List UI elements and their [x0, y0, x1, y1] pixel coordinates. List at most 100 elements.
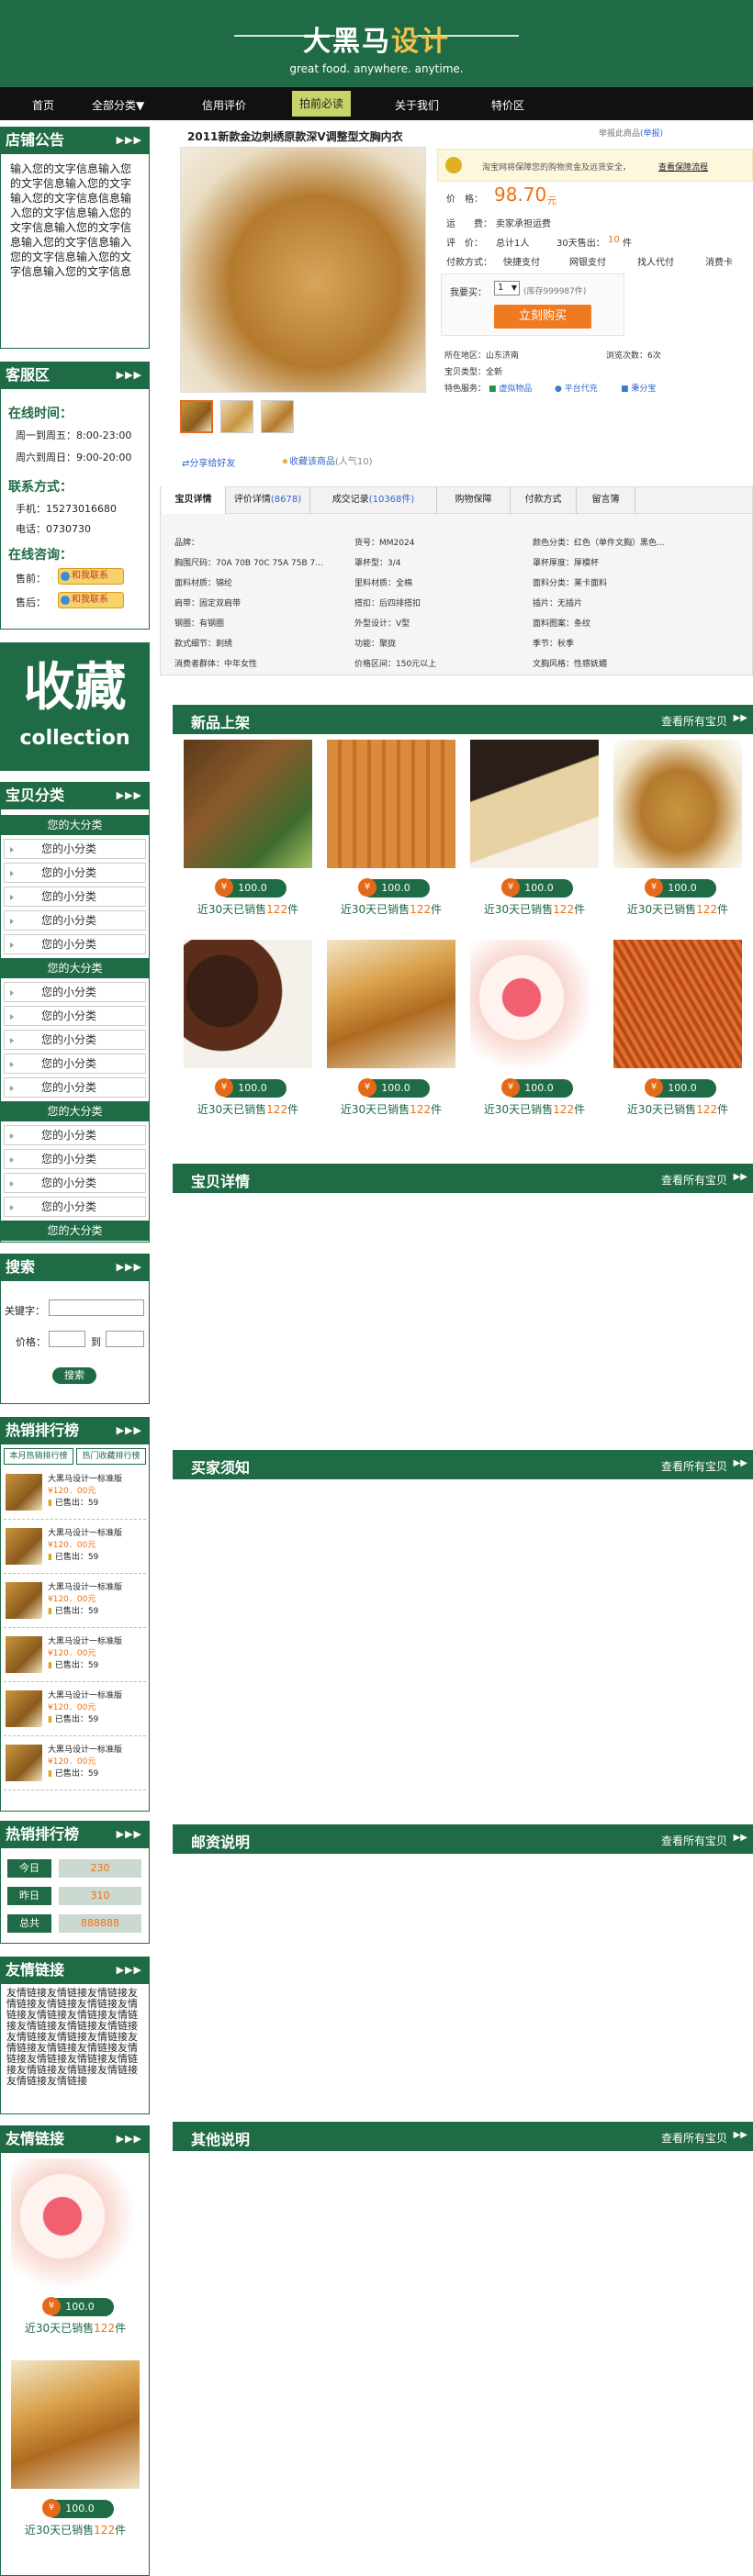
wangwang-pre-sale-button[interactable]: 和我联系	[58, 568, 124, 585]
nav-credit-rating[interactable]: 信用评价	[202, 95, 246, 116]
tab-hot-favorites[interactable]: 热门收藏排行榜	[76, 1448, 146, 1465]
rating-value[interactable]: 总计1人	[496, 235, 529, 249]
detail-tab[interactable]: 购物保障	[437, 486, 511, 514]
service-title: 客服区	[6, 366, 51, 384]
price-tag: ¥100.0	[358, 1078, 430, 1098]
view-all-link[interactable]: 查看所有宝贝	[661, 1833, 727, 1848]
view-all-link[interactable]: 查看所有宝贝	[661, 713, 727, 729]
product-attribute: 钢圈：有钢圈	[174, 619, 225, 629]
guarantee-link[interactable]: 查看保障流程	[658, 161, 708, 173]
wangwang-after-sale-button[interactable]: 和我联系	[58, 592, 124, 608]
product-card[interactable]: ¥100.0 近30天已销售122件	[613, 740, 742, 932]
search-box: 关键字： 价格： 到 搜索	[0, 1281, 150, 1404]
report-link[interactable]: 举报此商品(举报)	[599, 127, 663, 139]
sold-unit: 件	[717, 903, 729, 916]
category-small[interactable]: 您的小分类	[4, 1197, 146, 1217]
category-big[interactable]: 您的大分类	[0, 958, 150, 978]
price-max-input[interactable]	[106, 1331, 144, 1347]
feature-recharge[interactable]: ● 平台代充	[555, 382, 598, 394]
side-product-card[interactable]: ¥100.0 近30天已销售122件	[11, 2360, 140, 2553]
contact-title: 联系方式：	[8, 480, 73, 495]
view-all-link[interactable]: 查看所有宝贝	[661, 2130, 727, 2146]
item-sold: 近30天已销售122件	[470, 1101, 599, 1117]
side-product-card[interactable]: ¥100.0 近30天已销售122件	[11, 2158, 140, 2351]
category-big[interactable]: 您的大分类	[0, 1221, 150, 1241]
arrows-icon: ▶▶▶	[116, 1828, 142, 1840]
rank-item[interactable]: 大黑马设计一标准版 ¥120．00元 ▮ 已售出：59	[4, 1468, 146, 1520]
arrows-icon: ▶▶▶	[116, 1261, 142, 1273]
category-small[interactable]: 您的小分类	[4, 982, 146, 1002]
favorite-banner[interactable]: 收藏 collection	[0, 642, 150, 771]
item-price: 100.0	[524, 882, 554, 894]
rank-name: 大黑马设计一标准版	[48, 1475, 123, 1484]
view-all-link[interactable]: 查看所有宝贝	[661, 1172, 727, 1188]
category-small[interactable]: 您的小分类	[4, 1006, 146, 1026]
product-thumb-1[interactable]	[180, 400, 213, 433]
view-all-link[interactable]: 查看所有宝贝	[661, 1458, 727, 1474]
category-small[interactable]: 您的小分类	[4, 1173, 146, 1193]
feature-recharge-label: 平台代充	[564, 385, 598, 394]
detail-tab[interactable]: 留言簿	[577, 486, 635, 514]
rank-item[interactable]: 大黑马设计一标准版 ¥120．00元 ▮ 已售出：59	[4, 1577, 146, 1628]
detail-tab[interactable]: 成交记录(10368件)	[310, 486, 437, 514]
postage-title: 邮资说明	[191, 1834, 251, 1851]
rank-item[interactable]: 大黑马设计一标准版 ¥120．00元 ▮ 已售出：59	[4, 1522, 146, 1574]
qty-select[interactable]: 1 ▼	[494, 281, 520, 296]
wangwang-label: 和我联系	[72, 571, 108, 581]
category-big[interactable]: 您的大分类	[0, 815, 150, 835]
category-small[interactable]: 您的小分类	[4, 887, 146, 907]
category-small[interactable]: 您的小分类	[4, 1149, 146, 1169]
product-card[interactable]: ¥100.0 近30天已销售122件	[184, 940, 312, 1132]
links-text[interactable]: 友情链接友情链接友情链接友情链接友情链接友情链接友情链接友情链接友情链接友情链接…	[6, 1987, 138, 2087]
category-big[interactable]: 您的大分类	[0, 1101, 150, 1121]
category-small[interactable]: 您的小分类	[4, 1054, 146, 1074]
category-small[interactable]: 您的小分类	[4, 1077, 146, 1098]
rank-item[interactable]: 大黑马设计一标准版 ¥120．00元 ▮ 已售出：59	[4, 1685, 146, 1736]
sold-value: 10	[608, 235, 620, 245]
product-thumb-2[interactable]	[220, 400, 253, 433]
rank-sold-text: 已售出：59	[54, 1661, 99, 1670]
category-small[interactable]: 您的小分类	[4, 1125, 146, 1145]
category-small[interactable]: 您的小分类	[4, 1030, 146, 1050]
product-card[interactable]: ¥100.0 近30天已销售122件	[327, 940, 455, 1132]
detail-tab[interactable]: 评价详情(8678)	[226, 486, 310, 514]
category-small[interactable]: 您的小分类	[4, 910, 146, 931]
arrows-icon: ▶▶	[733, 2130, 747, 2140]
price-min-input[interactable]	[49, 1331, 85, 1347]
share-link[interactable]: ⇄分享给好友	[182, 455, 235, 469]
category-small[interactable]: 您的小分类	[4, 863, 146, 883]
nav-specials[interactable]: 特价区	[491, 95, 524, 116]
category-small[interactable]: 您的小分类	[4, 839, 146, 859]
tel-number: 电话：0730730	[16, 523, 91, 535]
wangwang-label: 和我联系	[72, 595, 108, 605]
feature-virtual[interactable]: ■ 虚拟物品	[489, 382, 532, 394]
product-card[interactable]: ¥100.0 近30天已销售122件	[470, 740, 599, 932]
search-button[interactable]: 搜索	[52, 1367, 96, 1384]
detail-tab[interactable]: 付款方式	[511, 486, 577, 514]
product-card[interactable]: ¥100.0 近30天已销售122件	[184, 740, 312, 932]
product-attribute: 价格区间：150元以上	[354, 660, 437, 669]
nav-all-categories[interactable]: 全部分类▼	[92, 95, 144, 116]
pay-method-proxy: 找人代付	[637, 258, 674, 268]
nav-home[interactable]: 首页	[32, 95, 54, 116]
product-card[interactable]: ¥100.0 近30天已销售122件	[613, 940, 742, 1132]
rank-item[interactable]: 大黑马设计一标准版 ¥120．00元 ▮ 已售出：59	[4, 1739, 146, 1790]
rank-item[interactable]: 大黑马设计一标准版 ¥120．00元 ▮ 已售出：59	[4, 1631, 146, 1682]
product-thumb-3[interactable]	[261, 400, 294, 433]
sold-prefix: 近30天已销售	[483, 903, 554, 916]
tab-monthly-sales[interactable]: 本月热销排行榜	[4, 1448, 73, 1465]
side-product-image	[11, 2360, 140, 2489]
price-tag: ¥100.0	[501, 878, 573, 898]
feature-points[interactable]: ■ 秉分宝	[621, 382, 656, 394]
detail-tab[interactable]: 宝贝详情	[162, 486, 226, 514]
category-small[interactable]: 您的小分类	[4, 934, 146, 954]
keyword-input[interactable]	[49, 1299, 144, 1316]
product-card[interactable]: ¥100.0 近30天已销售122件	[327, 740, 455, 932]
buy-now-button[interactable]: 立刻购买	[494, 305, 591, 329]
pay-label: 付款方式：	[446, 258, 492, 268]
search-title: 搜索	[6, 1258, 36, 1276]
collect-link[interactable]: ★收藏该商品(人气10)	[281, 453, 373, 467]
product-card[interactable]: ¥100.0 近30天已销售122件	[470, 940, 599, 1132]
nav-read-before-buy[interactable]: 拍前必读	[292, 91, 352, 117]
nav-about-us[interactable]: 关于我们	[395, 95, 439, 116]
